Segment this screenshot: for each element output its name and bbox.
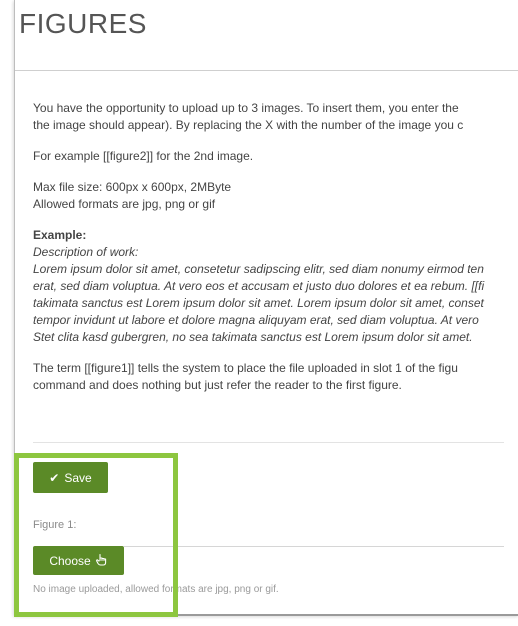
- term-line: command and does nothing but just refer …: [33, 378, 402, 392]
- lorem-line: takimata sanctus est Lorem ipsum dolor s…: [33, 296, 484, 310]
- check-icon: ✔: [49, 470, 60, 485]
- instructions-text: You have the opportunity to upload up to…: [33, 100, 504, 394]
- lorem-line: Lorem ipsum dolor sit amet, consetetur s…: [33, 262, 484, 276]
- lorem-line: erat, sed diam voluptua. At vero eos et …: [33, 279, 485, 293]
- term-line: The term [[figure1]] tells the system to…: [33, 361, 458, 375]
- upload-hint: No image uploaded, allowed formats are j…: [33, 584, 279, 595]
- example-line: For example [[figure2]] for the 2nd imag…: [33, 149, 254, 163]
- intro-line: You have the opportunity to upload up to…: [33, 101, 459, 115]
- intro-line: the image should appear). By replacing t…: [33, 118, 464, 132]
- lorem-line: Stet clita kasd gubergren, no sea takima…: [33, 330, 473, 344]
- example-heading: Example:: [33, 228, 87, 242]
- save-button-label: Save: [64, 470, 92, 485]
- description-label: Description of work:: [33, 245, 139, 259]
- section-header: FIGURES: [15, 0, 518, 71]
- figure-1-label: Figure 1:: [33, 519, 77, 531]
- lorem-line: tempor invidunt ut labore et dolore magn…: [33, 313, 479, 327]
- max-size-text: Max file size: 600px x 600px, 2MByte: [33, 180, 232, 194]
- hand-pointer-icon: [95, 553, 108, 569]
- choose-button-label: Choose: [49, 553, 91, 568]
- section-title: FIGURES: [19, 8, 147, 39]
- figure-1-field-line: [124, 546, 504, 547]
- choose-file-button[interactable]: Choose: [33, 546, 124, 575]
- formats-text: Allowed formats are jpg, png or gif: [33, 197, 216, 211]
- divider: [33, 442, 504, 443]
- save-button[interactable]: ✔ Save: [33, 462, 108, 493]
